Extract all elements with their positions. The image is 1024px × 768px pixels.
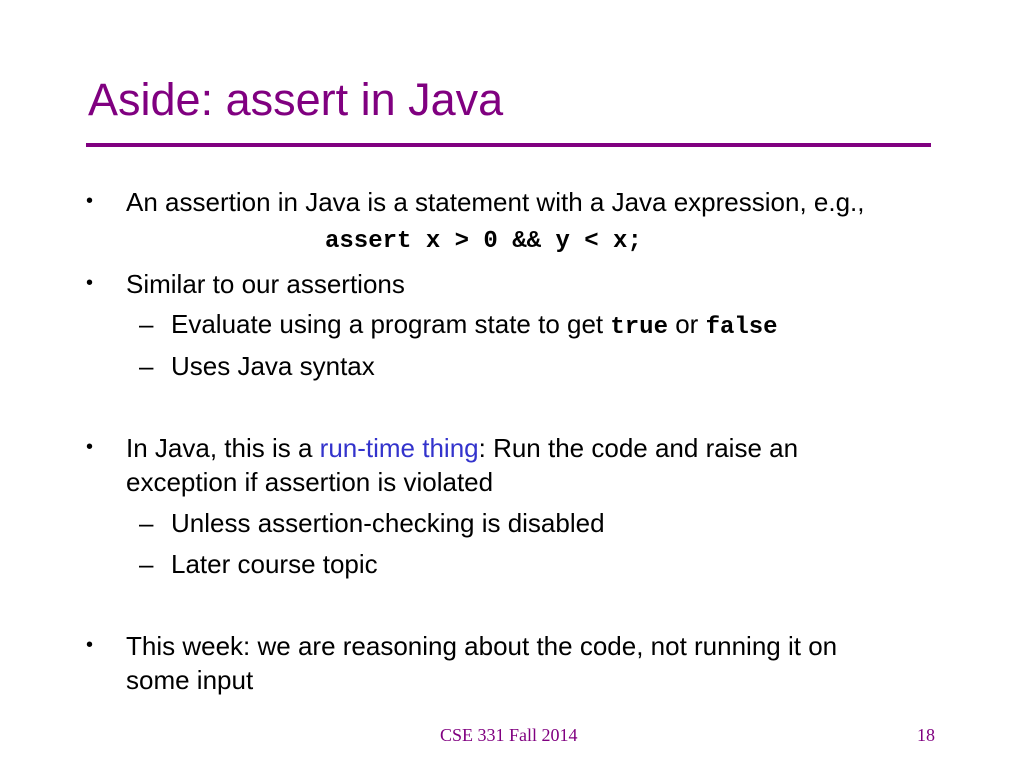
sub-bullet-unless: Unless assertion-checking is disabled (171, 508, 605, 538)
dash-icon: – (139, 309, 154, 339)
sub-bullet-text: or (667, 309, 706, 339)
title-divider (86, 143, 931, 147)
bullet-icon: • (86, 634, 94, 656)
bullet-4-continuation: some input (126, 665, 254, 695)
code-example: assert x > 0 && y < x; (325, 228, 642, 255)
code-true: true (610, 314, 668, 341)
bullet-icon: • (86, 272, 94, 294)
bullet-3-continuation: exception if assertion is violated (126, 467, 494, 497)
bullet-1-text: An assertion in Java is a statement with… (126, 187, 865, 217)
sub-bullet-text: Evaluate using a program state to get (171, 309, 611, 339)
footer-course: CSE 331 Fall 2014 (440, 725, 578, 745)
bullet-text: In Java, this is a (126, 433, 320, 463)
bullet-text: : Run the code and raise an (478, 433, 799, 463)
highlight-run-time-thing: run-time thing (319, 433, 479, 463)
code-false: false (705, 314, 778, 341)
bullet-icon: • (86, 436, 94, 458)
slide-title: Aside: assert in Java (88, 74, 504, 125)
bullet-icon: • (86, 190, 94, 212)
sub-bullet-later: Later course topic (171, 549, 378, 579)
bullet-2-text: Similar to our assertions (126, 269, 405, 299)
slide-number: 18 (917, 725, 935, 745)
sub-bullet-syntax: Uses Java syntax (171, 351, 375, 381)
sub-bullet-evaluate: Evaluate using a program state to get tr… (171, 308, 778, 344)
bullet-4-text: This week: we are reasoning about the co… (126, 631, 838, 661)
bullet-3-text: In Java, this is a run-time thing: Run t… (126, 432, 798, 464)
dash-icon: – (139, 351, 154, 381)
dash-icon: – (139, 549, 154, 579)
dash-icon: – (139, 508, 154, 538)
